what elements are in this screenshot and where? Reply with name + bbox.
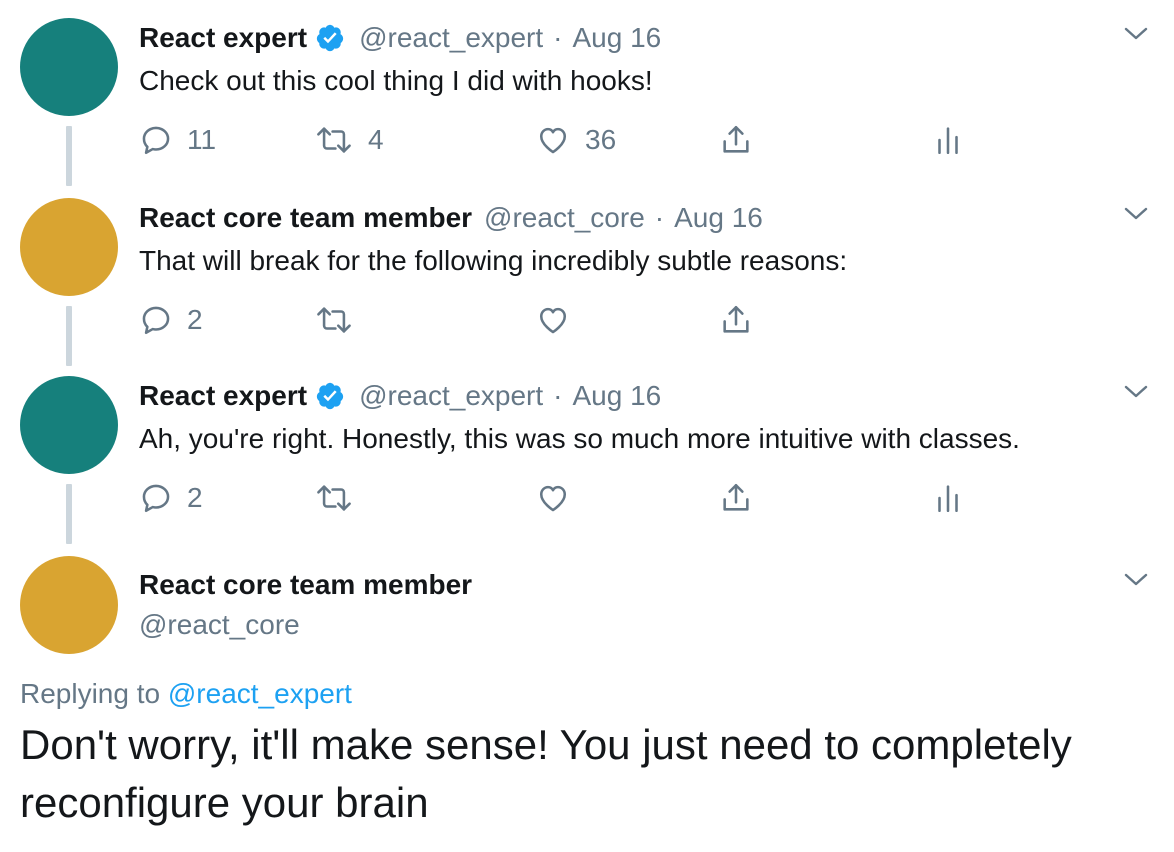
tweet[interactable]: React core team member @react_core · Aug…: [0, 180, 1174, 366]
chevron-down-icon[interactable]: [1124, 572, 1148, 588]
retweet-button[interactable]: [314, 478, 368, 518]
like-icon: [539, 307, 567, 334]
author-handle[interactable]: @react_core: [139, 608, 472, 642]
tweet-thread: React expert @react_expert · Aug 16 Chec…: [0, 0, 1174, 852]
separator-dot: ·: [654, 202, 665, 233]
tweet-header: React expert @react_expert · Aug 16: [139, 378, 661, 414]
reply-icon: [142, 126, 170, 155]
like-count: 36: [585, 124, 617, 155]
avatar[interactable]: [20, 376, 118, 474]
tweet[interactable]: React expert @react_expert · Aug 16 Chec…: [0, 0, 1174, 186]
reply-count: 2: [187, 304, 203, 335]
like-button[interactable]: [535, 478, 585, 518]
separator-dot: ·: [553, 22, 563, 53]
author-handle[interactable]: @react_expert: [359, 378, 543, 414]
avatar[interactable]: [20, 18, 118, 116]
retweet-icon: [317, 127, 351, 153]
mention-link[interactable]: @react_expert: [168, 678, 352, 709]
separator-dot: ·: [553, 380, 563, 411]
reply-button[interactable]: 11: [139, 120, 216, 160]
like-icon: [539, 485, 567, 512]
tweet-date[interactable]: Aug 16: [573, 378, 662, 414]
like-button[interactable]: [535, 300, 585, 340]
tweet-header: React expert @react_expert · Aug 16: [139, 20, 661, 56]
tweet-header: React core team member @react_core · Aug…: [139, 200, 763, 236]
analytics-button[interactable]: [935, 120, 961, 160]
chevron-down-icon[interactable]: [1124, 26, 1148, 42]
tweet-date[interactable]: Aug 16: [573, 20, 662, 56]
replying-to-line: Replying to @react_expert: [20, 676, 352, 712]
verified-badge-icon: [316, 382, 344, 410]
retweet-button[interactable]: [314, 300, 368, 340]
analytics-icon: [938, 127, 958, 155]
like-icon: [539, 127, 567, 154]
chevron-down-icon[interactable]: [1124, 206, 1148, 222]
share-icon: [723, 483, 749, 511]
author-handle[interactable]: @react_core: [484, 200, 645, 236]
share-icon: [723, 305, 749, 333]
reply-icon: [142, 306, 170, 335]
retweet-icon: [317, 485, 351, 511]
thread-connector-line: [66, 126, 72, 186]
share-button[interactable]: [719, 478, 753, 518]
tweet-actions: 2: [139, 478, 1039, 518]
reply-count: 11: [187, 124, 217, 155]
tweet-text: Check out this cool thing I did with hoo…: [139, 65, 653, 96]
tweet-actions: 11 4 36: [139, 120, 1039, 160]
analytics-icon: [938, 485, 958, 513]
chevron-down-icon[interactable]: [1124, 384, 1148, 400]
share-button[interactable]: [719, 300, 753, 340]
retweet-button[interactable]: 4: [314, 120, 384, 160]
like-button[interactable]: 36: [535, 120, 616, 160]
author-handle[interactable]: @react_expert: [359, 20, 543, 56]
analytics-button[interactable]: [935, 478, 961, 518]
avatar[interactable]: [20, 556, 118, 654]
author-name[interactable]: React expert: [139, 20, 307, 56]
thread-connector-line: [66, 306, 72, 366]
reply-button[interactable]: 2: [139, 300, 203, 340]
verified-badge-icon: [316, 24, 344, 52]
author-name[interactable]: React core team member: [139, 568, 472, 602]
share-icon: [723, 125, 749, 153]
tweet-text: Ah, you're right. Honestly, this was so …: [139, 423, 1020, 454]
tweet-date[interactable]: Aug 16: [674, 200, 763, 236]
author-name[interactable]: React expert: [139, 378, 307, 414]
avatar[interactable]: [20, 198, 118, 296]
replying-to-label: Replying to: [20, 678, 161, 709]
reply-icon: [142, 484, 170, 513]
thread-connector-line: [66, 484, 72, 544]
tweet[interactable]: React expert @react_expert · Aug 16 Ah, …: [0, 358, 1174, 544]
reply-count: 2: [187, 482, 203, 513]
main-tweet-author: React core team member @react_core: [139, 568, 472, 642]
retweet-icon: [317, 307, 351, 333]
share-button[interactable]: [719, 120, 753, 160]
retweet-count: 4: [368, 124, 384, 155]
main-tweet-text: Don't worry, it'll make sense! You just …: [20, 721, 1072, 826]
tweet-text: That will break for the following incred…: [139, 245, 848, 276]
reply-button[interactable]: 2: [139, 478, 203, 518]
tweet-actions: 2: [139, 300, 1039, 340]
author-name[interactable]: React core team member: [139, 200, 472, 236]
